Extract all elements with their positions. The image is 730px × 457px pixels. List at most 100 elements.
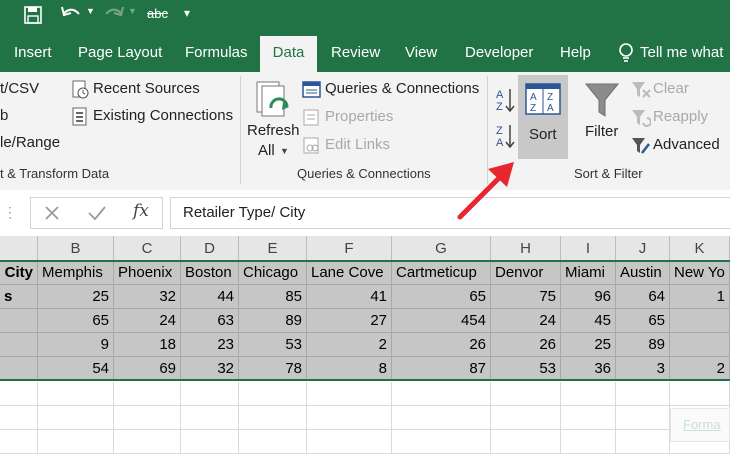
data-cell[interactable]: 87 [392, 357, 491, 381]
advanced-button[interactable]: Advanced [653, 136, 720, 153]
data-cell[interactable]: 54 [38, 357, 114, 381]
empty-cell[interactable] [392, 382, 491, 406]
data-cell[interactable]: 3 [616, 357, 670, 381]
tab-formulas[interactable]: Formulas [185, 36, 248, 72]
edit-links-button[interactable]: Edit Links [325, 136, 390, 153]
data-cell[interactable]: 65 [38, 309, 114, 333]
clear-button[interactable]: Clear [653, 80, 689, 97]
header-cell[interactable]: Denvor [491, 261, 561, 285]
header-cell[interactable]: Cartmeticup [392, 261, 491, 285]
data-cell[interactable]: 63 [181, 309, 239, 333]
from-web-button[interactable]: b [0, 107, 8, 124]
column-header-c[interactable]: C [114, 236, 181, 261]
tab-page-layout[interactable]: Page Layout [78, 36, 162, 72]
data-cell[interactable]: 24 [491, 309, 561, 333]
data-cell[interactable]: 85 [239, 285, 307, 309]
empty-cell[interactable] [0, 430, 38, 454]
header-cell[interactable]: City [0, 261, 38, 285]
sort-z-to-a-button[interactable]: Z A [495, 122, 517, 150]
empty-cell[interactable] [114, 406, 181, 430]
data-cell[interactable]: 25 [561, 333, 616, 357]
data-cell[interactable]: 44 [181, 285, 239, 309]
header-cell[interactable]: Miami [561, 261, 616, 285]
row-label-cell[interactable] [0, 357, 38, 381]
empty-cell[interactable] [307, 382, 392, 406]
tab-review[interactable]: Review [331, 36, 380, 72]
cancel-icon[interactable] [43, 204, 61, 222]
empty-cell[interactable] [491, 406, 561, 430]
column-header-e[interactable]: E [239, 236, 307, 261]
data-cell[interactable]: 36 [561, 357, 616, 381]
tab-insert[interactable]: Insert [14, 36, 52, 72]
data-cell[interactable]: 32 [114, 285, 181, 309]
data-cell[interactable]: 26 [491, 333, 561, 357]
data-cell[interactable]: 75 [491, 285, 561, 309]
header-cell[interactable]: Memphis [38, 261, 114, 285]
data-cell[interactable]: 96 [561, 285, 616, 309]
undo-dropdown-icon[interactable]: ▼ [86, 6, 95, 16]
data-cell[interactable]: 65 [616, 309, 670, 333]
column-header-g[interactable]: G [392, 236, 491, 261]
header-cell[interactable]: Boston [181, 261, 239, 285]
data-cell[interactable]: 18 [114, 333, 181, 357]
sort-a-to-z-button[interactable]: A Z [495, 86, 517, 114]
empty-cell[interactable] [392, 430, 491, 454]
column-header-f[interactable]: F [307, 236, 392, 261]
data-cell[interactable]: 41 [307, 285, 392, 309]
data-cell[interactable] [670, 309, 730, 333]
data-cell[interactable]: 65 [392, 285, 491, 309]
undo-icon[interactable] [60, 4, 82, 24]
recent-sources-button[interactable]: Recent Sources [93, 80, 200, 97]
row-label-cell[interactable]: s [0, 285, 38, 309]
existing-connections-button[interactable]: Existing Connections [93, 107, 233, 124]
empty-cell[interactable] [239, 406, 307, 430]
empty-cell[interactable] [307, 406, 392, 430]
data-cell[interactable]: 2 [670, 357, 730, 381]
spelling-button[interactable]: abc [147, 6, 168, 21]
data-cell[interactable] [670, 333, 730, 357]
empty-cell[interactable] [239, 382, 307, 406]
from-table-range-button[interactable]: le/Range [0, 134, 60, 151]
empty-cell[interactable] [38, 382, 114, 406]
empty-cell[interactable] [0, 382, 38, 406]
data-cell[interactable]: 9 [38, 333, 114, 357]
empty-cell[interactable] [616, 382, 670, 406]
data-cell[interactable]: 89 [616, 333, 670, 357]
quick-analysis-button[interactable]: Forma [670, 408, 730, 442]
from-text-csv-button[interactable]: t/CSV [0, 80, 39, 97]
empty-cell[interactable] [561, 382, 616, 406]
data-cell[interactable]: 64 [616, 285, 670, 309]
tab-developer[interactable]: Developer [465, 36, 533, 72]
empty-cell[interactable] [181, 382, 239, 406]
data-cell[interactable]: 27 [307, 309, 392, 333]
column-header-a[interactable] [0, 236, 38, 261]
data-cell[interactable]: 24 [114, 309, 181, 333]
empty-cell[interactable] [38, 430, 114, 454]
tab-view[interactable]: View [405, 36, 437, 72]
data-cell[interactable]: 53 [491, 357, 561, 381]
header-cell[interactable]: New Yo [670, 261, 730, 285]
column-header-d[interactable]: D [181, 236, 239, 261]
data-cell[interactable]: 2 [307, 333, 392, 357]
empty-cell[interactable] [616, 406, 670, 430]
spreadsheet-grid[interactable]: B C D E F G H I J K City Memphis Phoenix Boston Chicag… [0, 236, 730, 457]
row-label-cell[interactable] [0, 333, 38, 357]
row-label-cell[interactable] [0, 309, 38, 333]
empty-cell[interactable] [0, 406, 38, 430]
data-cell[interactable]: 23 [181, 333, 239, 357]
data-cell[interactable]: 25 [38, 285, 114, 309]
header-cell[interactable]: Lane Cove [307, 261, 392, 285]
data-cell[interactable]: 454 [392, 309, 491, 333]
empty-cell[interactable] [670, 382, 730, 406]
data-cell[interactable]: 78 [239, 357, 307, 381]
data-cell[interactable]: 69 [114, 357, 181, 381]
empty-cell[interactable] [114, 382, 181, 406]
empty-cell[interactable] [561, 430, 616, 454]
tab-data[interactable]: Data [260, 36, 317, 72]
empty-cell[interactable] [181, 430, 239, 454]
tab-help[interactable]: Help [560, 36, 591, 72]
column-header-j[interactable]: J [616, 236, 670, 261]
reapply-button[interactable]: Reapply [653, 108, 708, 125]
data-cell[interactable]: 26 [392, 333, 491, 357]
properties-button[interactable]: Properties [325, 108, 393, 125]
